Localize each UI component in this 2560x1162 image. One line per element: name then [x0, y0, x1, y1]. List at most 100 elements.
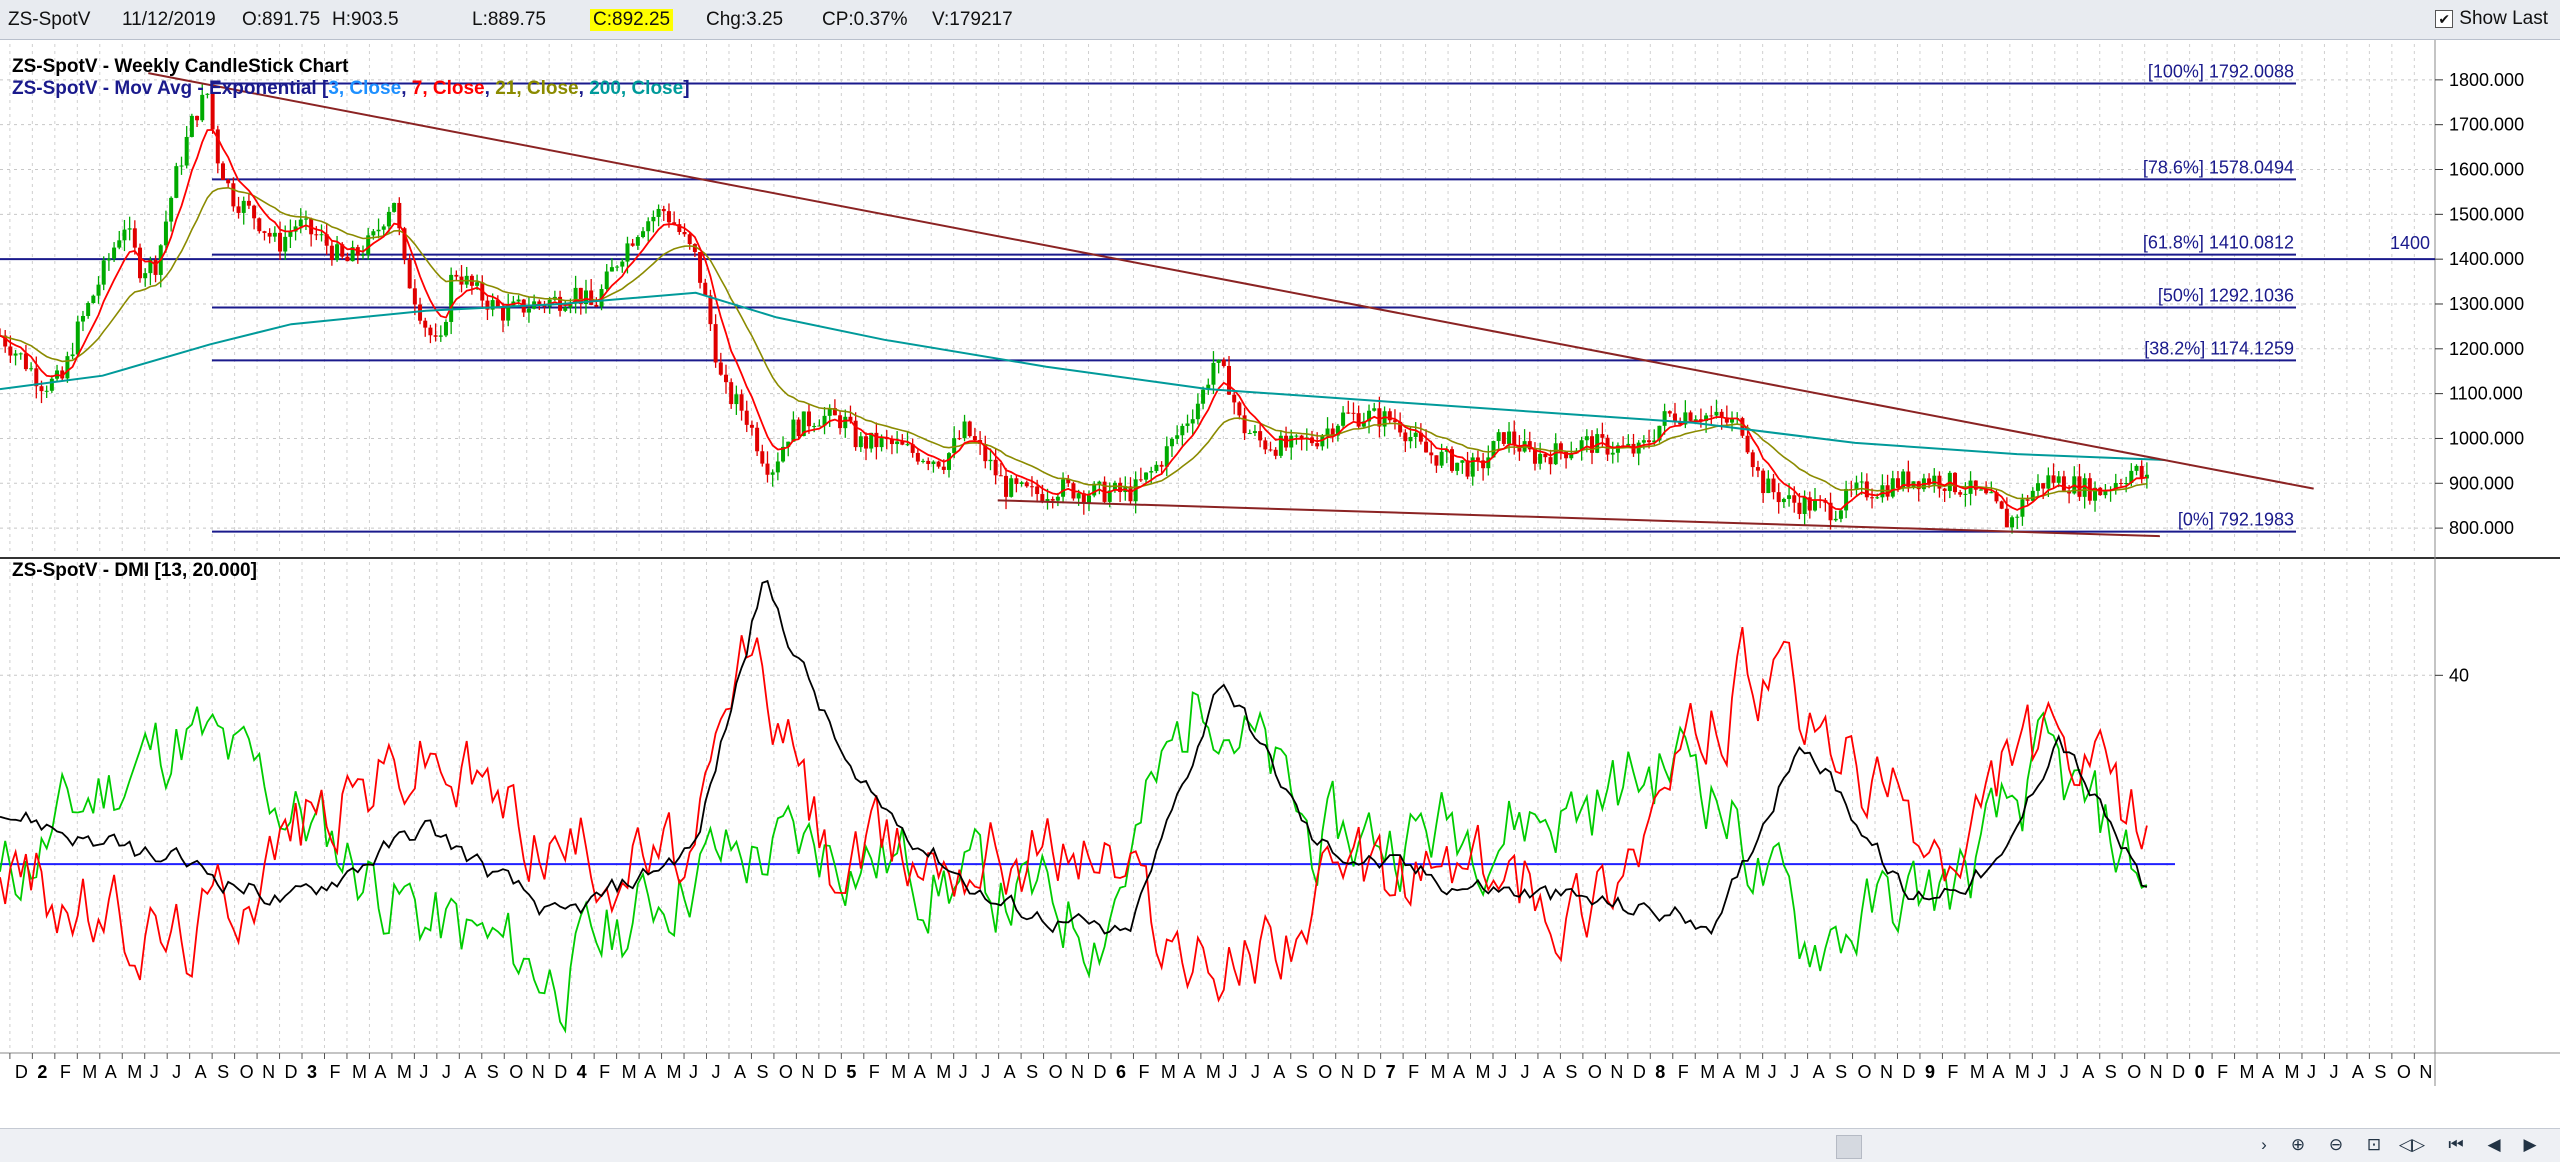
candle-body — [106, 258, 111, 261]
candle-body — [1050, 499, 1055, 501]
candle-body — [1180, 425, 1185, 436]
x-tick-label: S — [217, 1062, 229, 1082]
x-tick-label: M — [1476, 1062, 1491, 1082]
candle-body — [288, 231, 293, 237]
candle-body — [127, 228, 132, 230]
legend-prefix: ZS-SpotV - Mov Avg - Exponential [ — [12, 78, 329, 99]
candle-body — [319, 234, 324, 236]
candle-body — [1688, 412, 1693, 421]
x-tick-label: N — [2150, 1062, 2163, 1082]
candle-body — [272, 232, 277, 237]
candle-body — [2118, 483, 2123, 485]
scroll-thumb[interactable] — [1836, 1135, 1862, 1159]
x-tick-label: J — [1251, 1062, 1260, 1082]
candle-body — [921, 460, 926, 462]
x-tick-label: 8 — [1655, 1062, 1665, 1082]
x-tick-label: J — [1498, 1062, 1507, 1082]
candle-body — [2010, 517, 2015, 528]
candle-body — [2015, 516, 2020, 518]
x-tick-label: D — [2172, 1062, 2185, 1082]
scroll-end-icon[interactable]: ▶ — [2516, 1133, 2544, 1157]
candle-body — [2139, 465, 2144, 479]
candle-body — [775, 461, 780, 473]
candle-body — [1377, 408, 1382, 427]
candle-body — [698, 252, 703, 283]
candle-body — [1190, 419, 1195, 424]
candle-body — [335, 244, 340, 260]
candle-body — [1714, 411, 1719, 416]
candle-body — [1009, 478, 1014, 497]
candle-body — [993, 459, 998, 476]
candle-body — [2056, 476, 2061, 483]
candle-body — [1372, 408, 1377, 411]
candle-body — [1019, 482, 1024, 484]
scroll-left-icon[interactable]: ◀ — [2480, 1133, 2508, 1157]
scroll-both-icon[interactable]: ◁▷ — [2398, 1133, 2426, 1157]
x-tick-label: M — [2284, 1062, 2299, 1082]
candle-body — [858, 436, 863, 448]
candle-body — [49, 378, 54, 391]
candle-body — [231, 183, 236, 207]
price-tick-label: 1700.000 — [2449, 115, 2524, 135]
zoom-out-icon[interactable]: ⊖ — [2322, 1133, 2350, 1157]
candle-body — [1175, 435, 1180, 439]
x-tick-label: J — [959, 1062, 968, 1082]
zoom-fit-icon[interactable]: ⊡ — [2360, 1133, 2388, 1157]
price-chart-title: ZS-SpotV - Weekly CandleStick Chart — [12, 56, 349, 77]
candle-body — [915, 452, 920, 462]
x-tick-label: A — [1543, 1062, 1555, 1082]
candle-body — [1201, 389, 1206, 404]
legend-item: 3, Close — [328, 78, 401, 99]
candle-body — [220, 163, 225, 180]
candle-body — [1040, 494, 1045, 502]
candle-body — [708, 295, 713, 325]
x-tick-label: A — [464, 1062, 476, 1082]
candle-body — [1802, 497, 1807, 514]
candle-body — [1890, 478, 1895, 497]
candle-body — [506, 305, 511, 321]
show-last-checkbox[interactable]: ✔ — [2435, 10, 2454, 28]
candle-body — [39, 386, 44, 392]
candle-body — [412, 288, 417, 305]
fib-level-label: [0%] 792.1983 — [2178, 510, 2294, 530]
candle-body — [1216, 359, 1221, 363]
candle-body — [1232, 394, 1237, 403]
x-tick-label: S — [1565, 1062, 1577, 1082]
candle-body — [1434, 455, 1439, 466]
candle-body — [298, 219, 303, 227]
scroll-right-arrow-icon[interactable]: › — [2250, 1133, 2278, 1157]
candle-body — [1766, 478, 1771, 494]
candle-body — [1014, 478, 1019, 484]
x-tick-label: D — [554, 1062, 567, 1082]
candle-body — [1781, 498, 1786, 503]
candle-body — [132, 228, 137, 248]
chart-area[interactable]: 800.000 900.000 1000.000 1100.000 1200.000 13… — [0, 40, 2560, 1128]
x-tick-label: J — [1790, 1062, 1799, 1082]
scroll-first-icon[interactable]: ⏮ — [2442, 1133, 2470, 1157]
candle-body — [174, 166, 179, 198]
x-tick-label: F — [60, 1062, 71, 1082]
show-last-toggle[interactable]: ✔ Show Last — [2435, 8, 2548, 30]
x-tick-label: M — [2240, 1062, 2255, 1082]
zoom-in-icon[interactable]: ⊕ — [2284, 1133, 2312, 1157]
candle-body — [1086, 495, 1091, 503]
quote-date: 11/12/2019 — [122, 9, 216, 30]
candle-body — [1144, 472, 1149, 480]
horizontal-scrollbar[interactable]: › ⊕ ⊖ ⊡ ◁▷ ⏮ ◀ ▶ — [0, 1128, 2560, 1162]
candle-body — [972, 436, 977, 441]
candle-body — [1029, 486, 1034, 488]
x-tick-label: O — [509, 1062, 523, 1082]
x-tick-label: M — [127, 1062, 142, 1082]
quote-volume: V:179217 — [932, 9, 1013, 30]
candle-body — [526, 308, 531, 313]
fib-level-label: [100%] 1792.0088 — [2148, 61, 2294, 81]
candle-body — [1242, 415, 1247, 434]
candle-body — [1641, 440, 1646, 443]
candle-body — [739, 394, 744, 411]
symbol-label: ZS-SpotV — [8, 9, 91, 30]
candle-body — [91, 295, 96, 304]
x-tick-label: A — [734, 1062, 746, 1082]
x-tick-label: S — [1835, 1062, 1847, 1082]
candle-body — [967, 421, 972, 437]
candle-body — [1937, 475, 1942, 489]
